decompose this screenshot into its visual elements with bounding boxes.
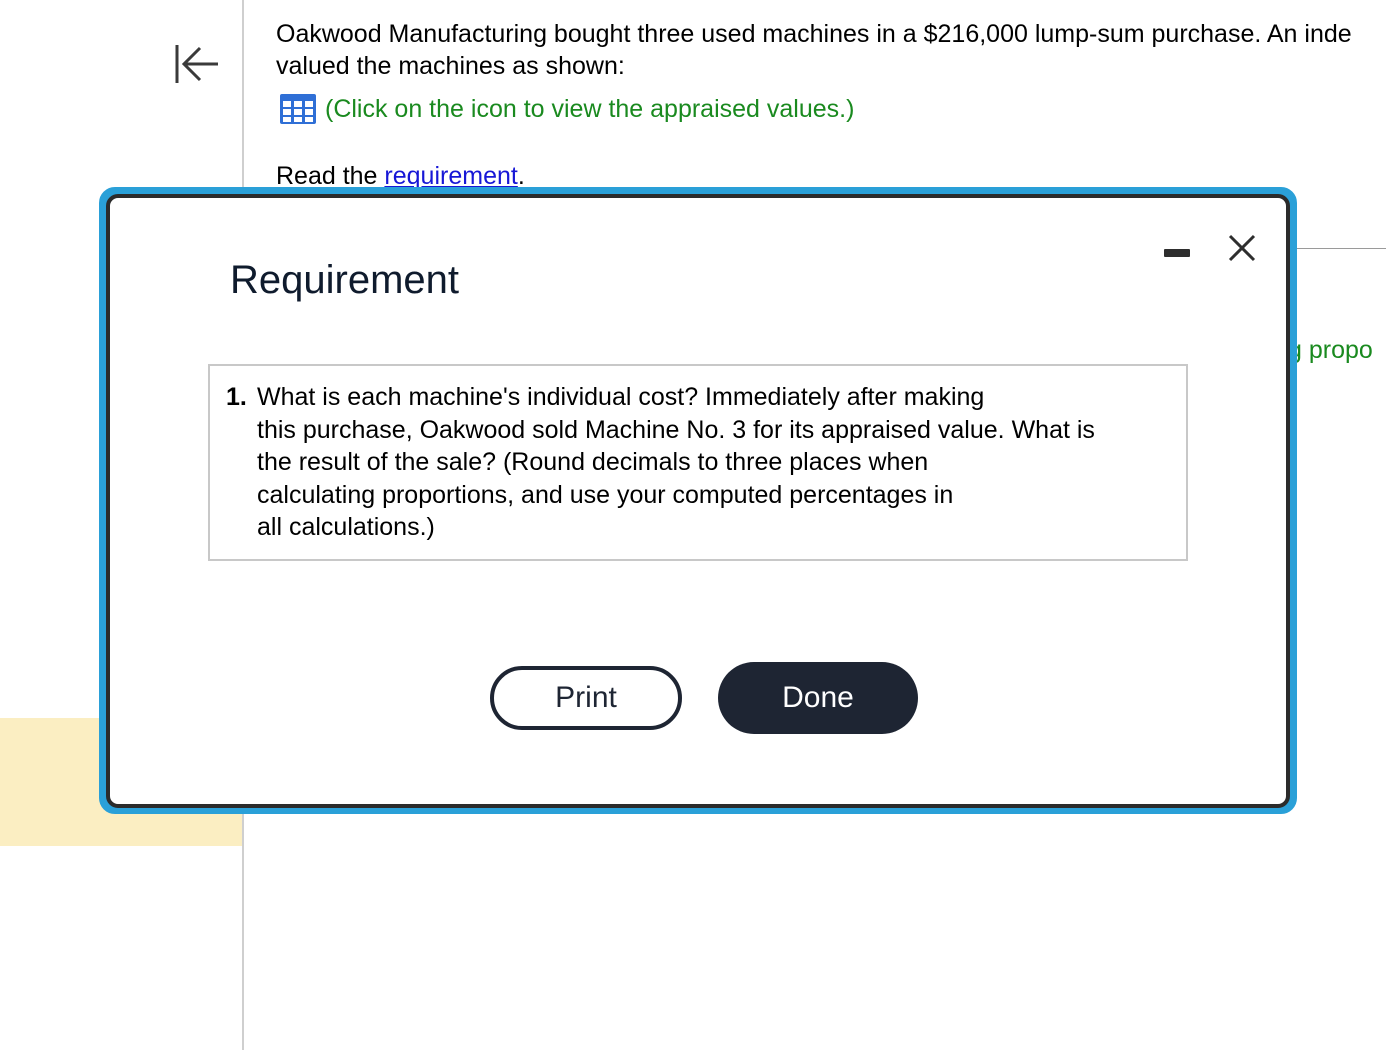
requirement-line: this purchase, Oakwood sold Machine No. … xyxy=(257,415,1095,444)
minimize-button[interactable] xyxy=(1160,242,1192,262)
close-button[interactable] xyxy=(1222,228,1262,268)
question-line-1: Oakwood Manufacturing bought three used … xyxy=(276,20,1352,48)
right-partial-text: g propo xyxy=(1288,336,1373,364)
done-button[interactable]: Done xyxy=(718,662,918,734)
read-prefix: Read the xyxy=(276,162,385,190)
appraised-values-link[interactable]: (Click on the icon to view the appraised… xyxy=(325,95,854,124)
requirement-line: calculating proportions, and use your co… xyxy=(257,480,954,509)
requirement-item: 1. What is each machine's individual cos… xyxy=(226,381,1166,544)
requirement-line: all calculations.) xyxy=(257,513,435,541)
requirement-text: What is each machine's individual cost? … xyxy=(257,381,1157,544)
requirement-number: 1. xyxy=(226,383,247,411)
minimize-icon xyxy=(1164,249,1190,257)
requirement-line: What is each machine's individual cost? … xyxy=(257,383,985,411)
question-line-2: valued the machines as shown: xyxy=(276,52,625,80)
dialog-title: Requirement xyxy=(230,258,460,302)
requirement-dialog: Requirement 1. What is each machine's in… xyxy=(106,194,1290,808)
appraised-values-row: (Click on the icon to view the appraised… xyxy=(279,92,854,126)
requirement-line: the result of the sale? (Round decimals … xyxy=(257,448,929,476)
read-suffix: . xyxy=(517,162,525,190)
requirement-link[interactable]: requirement xyxy=(384,162,517,190)
requirement-box: 1. What is each machine's individual cos… xyxy=(208,364,1188,561)
collapse-left-icon[interactable] xyxy=(174,42,220,86)
print-button[interactable]: Print xyxy=(490,666,682,730)
close-icon xyxy=(1228,234,1256,262)
right-divider xyxy=(1296,248,1386,249)
table-grid-icon[interactable] xyxy=(279,93,317,125)
question-text: Oakwood Manufacturing bought three used … xyxy=(276,18,1386,82)
